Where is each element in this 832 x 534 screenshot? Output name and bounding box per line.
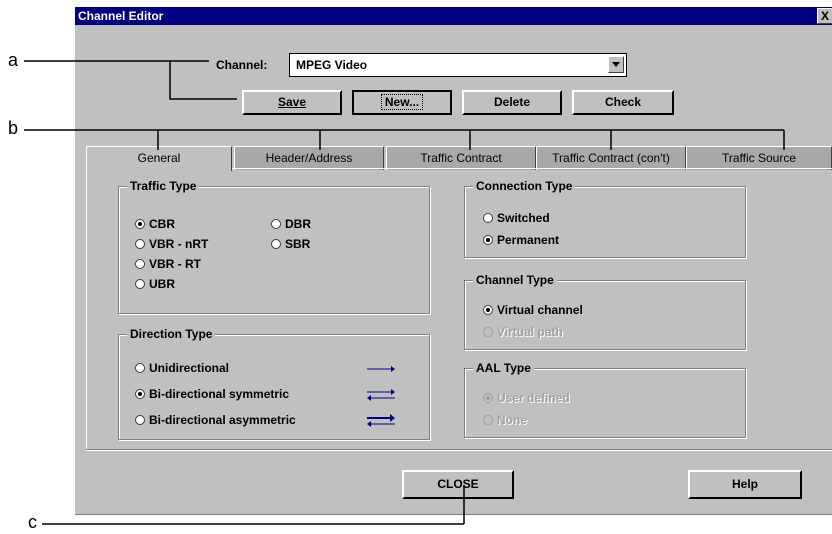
radio-icon bbox=[483, 393, 493, 403]
radio-label: CBR bbox=[149, 217, 175, 231]
delete-button[interactable]: Delete bbox=[462, 90, 562, 115]
radio-icon bbox=[483, 213, 493, 223]
radio-sbr[interactable]: SBR bbox=[271, 237, 310, 251]
radio-icon bbox=[271, 219, 281, 229]
radio-bidirectional-symmetric[interactable]: Bi-directional symmetric bbox=[135, 387, 289, 401]
traffic-type-group: Traffic Type CBR VBR - nRT VBR - RT UBR … bbox=[118, 179, 430, 314]
radio-vbr-rt[interactable]: VBR - RT bbox=[135, 257, 201, 271]
radio-icon bbox=[483, 327, 493, 337]
window-close-button[interactable]: X bbox=[817, 8, 832, 24]
tab-general[interactable]: General bbox=[86, 146, 232, 171]
radio-icon bbox=[271, 239, 281, 249]
radio-label: Bi-directional symmetric bbox=[149, 387, 290, 401]
new-label: New... bbox=[380, 94, 424, 110]
help-label: Help bbox=[731, 477, 758, 491]
save-label: Save bbox=[277, 95, 307, 109]
tab-traffic-source[interactable]: Traffic Source bbox=[686, 146, 832, 170]
bottom-separator bbox=[86, 449, 832, 451]
unidirectional-arrow-icon bbox=[367, 366, 395, 372]
new-button[interactable]: New... bbox=[352, 90, 452, 115]
channel-type-title: Channel Type bbox=[473, 273, 557, 287]
save-button[interactable]: Save bbox=[242, 90, 342, 115]
callout-a: a bbox=[8, 50, 19, 70]
radio-user-defined: User defined bbox=[483, 391, 570, 405]
close-label: CLOSE bbox=[437, 477, 479, 491]
direction-type-title: Direction Type bbox=[127, 327, 216, 341]
radio-switched[interactable]: Switched bbox=[483, 211, 550, 225]
bidirectional-asymmetric-arrow-icon bbox=[367, 414, 395, 427]
radio-label: Permanent bbox=[497, 233, 560, 247]
aal-type-group: AAL Type User defined None bbox=[464, 361, 746, 438]
connection-type-group: Connection Type Switched Permanent bbox=[464, 179, 746, 258]
chevron-down-icon[interactable] bbox=[608, 56, 624, 73]
radio-label: Bi-directional asymmetric bbox=[149, 413, 296, 427]
radio-icon bbox=[135, 363, 145, 373]
check-label: Check bbox=[604, 95, 642, 109]
radio-bidirectional-asymmetric[interactable]: Bi-directional asymmetric bbox=[135, 413, 296, 427]
radio-vbr-nrt[interactable]: VBR - nRT bbox=[135, 237, 208, 251]
radio-label: VBR - nRT bbox=[149, 237, 209, 251]
radio-cbr[interactable]: CBR bbox=[135, 217, 175, 231]
channel-label: Channel: bbox=[216, 58, 268, 72]
window-title: Channel Editor bbox=[78, 9, 164, 23]
traffic-type-title: Traffic Type bbox=[127, 179, 200, 193]
radio-virtual-channel[interactable]: Virtual channel bbox=[483, 303, 583, 317]
callout-b: b bbox=[8, 118, 19, 138]
radio-label: SBR bbox=[285, 237, 311, 251]
radio-label: User defined bbox=[497, 391, 570, 405]
radio-icon bbox=[135, 389, 145, 399]
radio-none: None bbox=[483, 413, 527, 427]
radio-icon bbox=[135, 219, 145, 229]
radio-label: Virtual channel bbox=[497, 303, 583, 317]
help-button[interactable]: Help bbox=[688, 470, 802, 499]
channel-type-group: Channel Type Virtual channel Virtual pat… bbox=[464, 273, 746, 350]
radio-label: Virtual path bbox=[497, 325, 563, 339]
delete-label: Delete bbox=[493, 95, 531, 109]
radio-label: UBR bbox=[149, 277, 175, 291]
tab-traffic-contract-cont[interactable]: Traffic Contract (con't) bbox=[536, 146, 686, 170]
radio-icon bbox=[135, 259, 145, 269]
radio-label: DBR bbox=[285, 217, 311, 231]
radio-icon bbox=[135, 279, 145, 289]
radio-icon bbox=[135, 239, 145, 249]
radio-virtual-path: Virtual path bbox=[483, 325, 563, 339]
radio-icon bbox=[483, 305, 493, 315]
radio-label: VBR - RT bbox=[149, 257, 201, 271]
tab-header-address[interactable]: Header/Address bbox=[234, 146, 384, 170]
title-bar: Channel Editor X bbox=[75, 7, 832, 25]
radio-icon bbox=[135, 415, 145, 425]
close-button[interactable]: CLOSE bbox=[402, 470, 514, 499]
radio-dbr[interactable]: DBR bbox=[271, 217, 311, 231]
check-button[interactable]: Check bbox=[572, 90, 674, 115]
channel-select-value: MPEG Video bbox=[296, 58, 368, 72]
bidirectional-symmetric-arrow-icon bbox=[367, 389, 395, 401]
radio-icon bbox=[483, 415, 493, 425]
connection-type-title: Connection Type bbox=[473, 179, 576, 193]
aal-type-title: AAL Type bbox=[473, 361, 534, 375]
tab-traffic-contract[interactable]: Traffic Contract bbox=[386, 146, 536, 170]
radio-unidirectional[interactable]: Unidirectional bbox=[135, 361, 229, 375]
direction-type-group: Direction Type Unidirectional Bi-directi… bbox=[118, 327, 430, 440]
radio-label: Switched bbox=[497, 211, 550, 225]
callout-c: c bbox=[28, 512, 37, 532]
radio-icon bbox=[483, 235, 493, 245]
radio-ubr[interactable]: UBR bbox=[135, 277, 175, 291]
radio-permanent[interactable]: Permanent bbox=[483, 233, 559, 247]
radio-label: None bbox=[497, 413, 527, 427]
radio-label: Unidirectional bbox=[149, 361, 230, 375]
channel-select[interactable]: MPEG Video bbox=[289, 53, 627, 77]
tab-strip: General Header/Address Traffic Contract … bbox=[86, 146, 832, 171]
